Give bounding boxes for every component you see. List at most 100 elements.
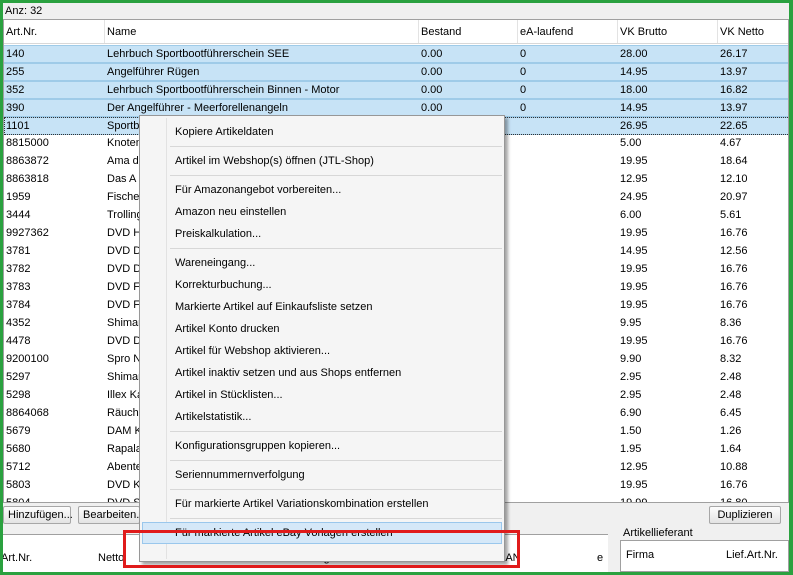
cell-vk-netto: 16.76 [720,335,748,347]
cell-vk-brutto: 12.95 [620,461,648,473]
cell-ea-laufend [518,459,618,477]
cell-vk-netto: 16.76 [720,299,748,311]
column-header-art-nr[interactable]: Art.Nr. [4,20,105,43]
cell-art-nr: 255 [6,66,25,78]
cell-ea-laufend [518,387,618,405]
cell-vk-brutto: 19.95 [620,227,648,239]
cell-ea-laufend [518,189,618,207]
cell-name: Der Angelführer - Meerforellenangeln [107,102,288,114]
table-row[interactable]: 140 Lehrbuch Sportbootführerschein SEE 0.0… [4,45,788,63]
menu-item[interactable]: Artikel inaktiv setzen und aus Shops ent… [142,362,502,384]
cell-vk-netto: 22.65 [720,120,748,132]
cell-name: Lehrbuch Sportbootführerschein Binnen - … [107,84,340,96]
menu-item[interactable]: Artikelstatistik... [142,406,502,428]
cell-vk-brutto: 2.95 [620,371,642,383]
column-header-vk-netto[interactable]: VK Netto [718,20,788,43]
cell-ea-laufend: 0 [520,102,527,114]
cell-vk-netto: 20.97 [720,191,748,203]
menu-item[interactable]: Artikel im Webshop(s) öffnen (JTL-Shop) [142,150,502,172]
sub-column-netto: Netto [98,552,125,564]
cell-art-nr: 8815000 [6,137,49,149]
cell-art-nr: 8863872 [6,155,49,167]
cell-vk-netto: 16.76 [720,281,748,293]
cell-art-nr: 4352 [6,317,31,329]
cell-vk-netto: 8.36 [720,317,742,329]
cell-art-nr: 3782 [6,263,31,275]
cell-vk-brutto: 9.90 [620,353,642,365]
cell-vk-brutto: 14.95 [620,66,648,78]
cell-art-nr: 390 [6,102,25,114]
cell-ea-laufend [518,243,618,261]
cell-ea-laufend: 0 [520,66,527,78]
table-row[interactable]: 255 Angelführer Rügen 0.00 0 14.95 13.97 [4,63,788,81]
supplier-grid[interactable]: Firma Lief.Art.Nr. [620,540,789,572]
cell-vk-netto: 16.82 [720,84,748,96]
sub-column-art-nr: Art.Nr. [3,552,33,564]
cell-vk-netto: 16.76 [720,227,748,239]
grid-header: Art.Nr. Name Bestand eA-laufend VK Brutt… [4,20,788,44]
cell-vk-netto: 8.32 [720,353,742,365]
cell-vk-netto: 4.67 [720,137,742,149]
menu-item[interactable]: Amazon neu einstellen [142,201,502,223]
cell-vk-netto: 10.88 [720,461,748,473]
edit-article-button[interactable]: Bearbeiten... [78,506,145,524]
cell-art-nr: 9927362 [6,227,49,239]
menu-item[interactable]: Für markierte Artikel Variationskombinat… [142,493,502,515]
article-count-label: Anz: 32 [5,5,43,17]
cell-ea-laufend [518,153,618,171]
column-header-ea-laufend[interactable]: eA-laufend [518,20,618,43]
cell-vk-brutto: 19.95 [620,155,648,167]
cell-vk-brutto: 14.95 [620,102,648,114]
cell-ea-laufend [518,495,618,502]
cell-vk-netto: 2.48 [720,371,742,383]
cell-vk-netto: 16.76 [720,263,748,275]
cell-vk-brutto: 14.95 [620,245,648,257]
cell-art-nr: 9200100 [6,353,49,365]
cell-ea-laufend [518,369,618,387]
menu-item[interactable]: Artikel Konto drucken [142,318,502,340]
cell-vk-netto: 16.80 [720,497,748,503]
cell-art-nr: 8864068 [6,407,49,419]
column-header-bestand[interactable]: Bestand [419,20,518,43]
cell-vk-brutto: 19.99 [620,497,648,503]
menu-separator [170,146,502,147]
column-header-name[interactable]: Name [105,20,419,43]
cell-vk-brutto: 18.00 [620,84,648,96]
menu-item[interactable]: Konfigurationsgruppen kopieren... [142,435,502,457]
menu-separator [170,518,502,519]
menu-item[interactable]: Preiskalkulation... [142,223,502,245]
cell-ea-laufend [518,279,618,297]
menu-item[interactable]: Kopiere Artikeldaten [142,121,502,143]
menu-item[interactable]: Artikel in Stücklisten... [142,384,502,406]
duplicate-button[interactable]: Duplizieren [709,506,781,524]
cell-vk-netto: 12.10 [720,173,748,185]
menu-separator [170,175,502,176]
supplier-section-title: Artikellieferant [623,527,693,539]
cell-bestand: 0.00 [421,66,443,78]
cell-art-nr: 5297 [6,371,31,383]
menu-item[interactable]: Artikel für Webshop aktivieren... [142,340,502,362]
cell-vk-netto: 12.56 [720,245,748,257]
cell-vk-netto: 6.45 [720,407,742,419]
column-header-vk-brutto[interactable]: VK Brutto [618,20,718,43]
cell-art-nr: 5679 [6,425,31,437]
menu-item[interactable]: Für Amazonangebot vorbereiten... [142,179,502,201]
cell-art-nr: 352 [6,84,25,96]
menu-item[interactable]: Korrekturbuchung... [142,274,502,296]
cell-vk-netto: 26.17 [720,48,748,60]
cell-art-nr: 1959 [6,191,31,203]
cell-ea-laufend [518,261,618,279]
highlight-annotation-box [123,530,520,568]
menu-item[interactable]: Wareneingang... [142,252,502,274]
table-row[interactable]: 352 Lehrbuch Sportbootführerschein Binnen… [4,81,788,99]
menu-item[interactable]: Seriennummernverfolgung [142,464,502,486]
cell-art-nr: 5680 [6,443,31,455]
cell-vk-netto: 18.64 [720,155,748,167]
add-article-button[interactable]: Hinzufügen... [3,506,73,524]
cell-art-nr: 3783 [6,281,31,293]
cell-ea-laufend [518,477,618,495]
cell-vk-brutto: 19.95 [620,479,648,491]
cell-art-nr: 140 [6,48,25,60]
cell-vk-brutto: 19.95 [620,281,648,293]
menu-item[interactable]: Markierte Artikel auf Einkaufsliste setz… [142,296,502,318]
